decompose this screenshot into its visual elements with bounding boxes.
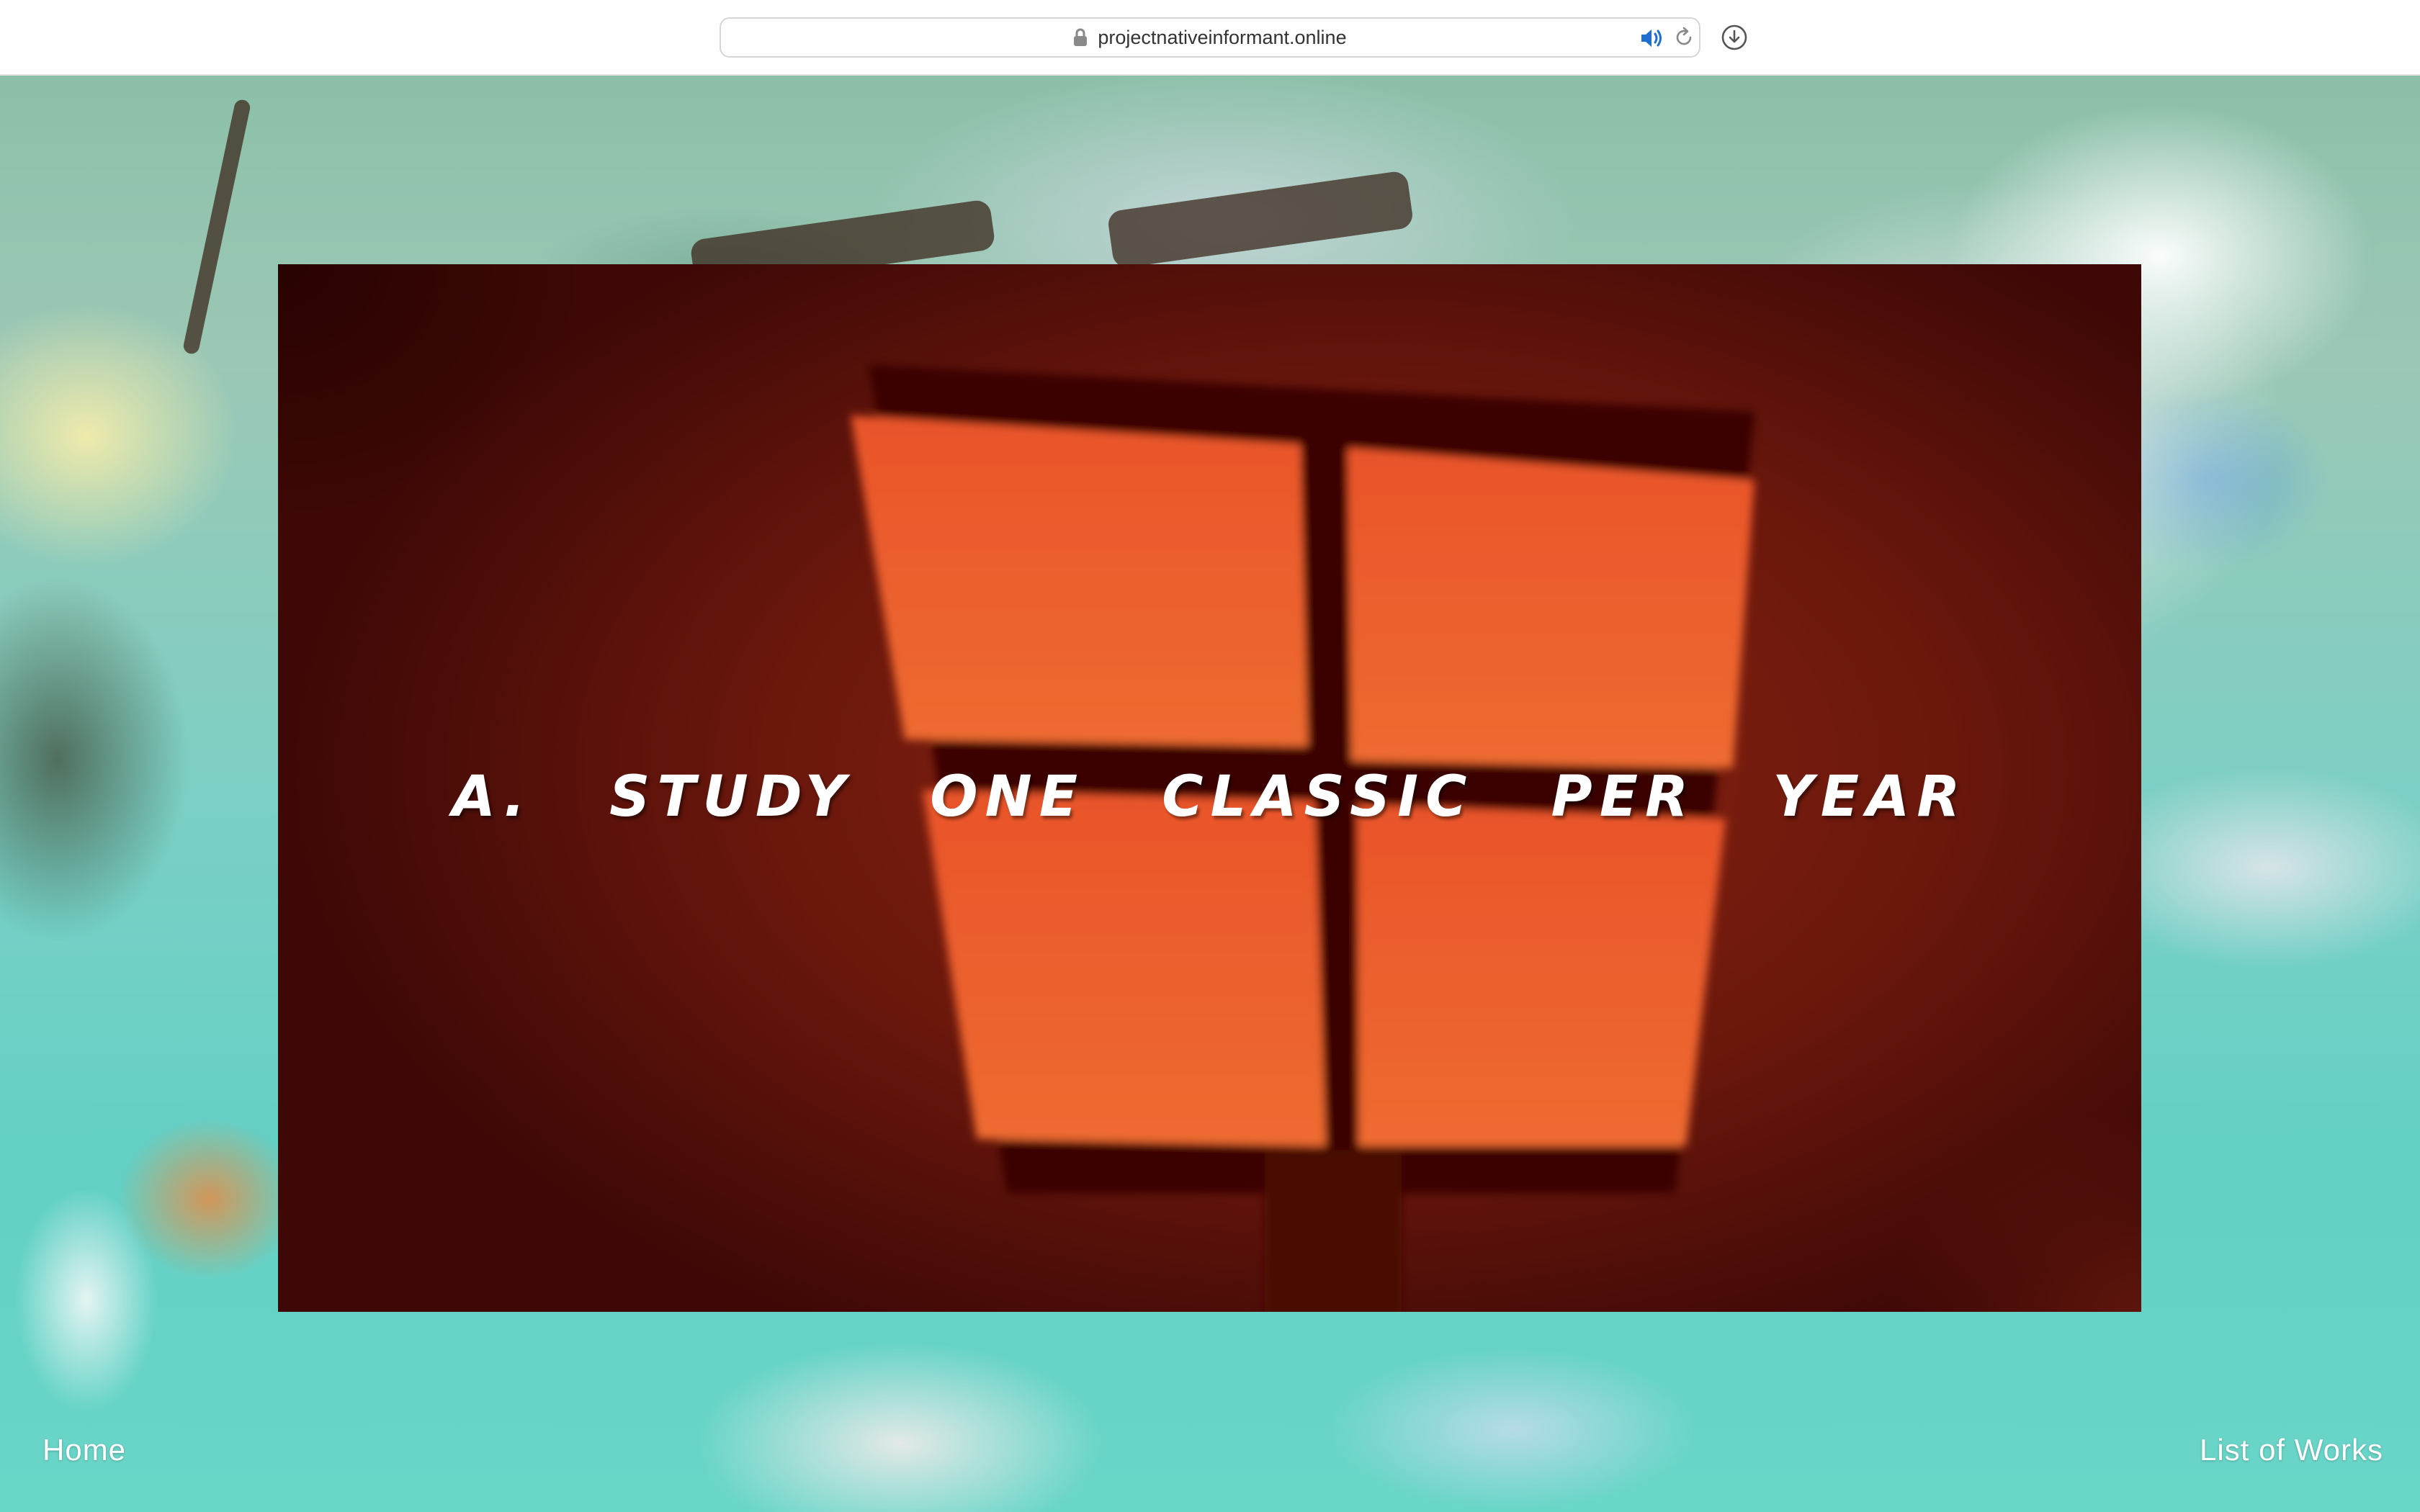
browser-toolbar: projectnativeinformant.online [0,0,2420,76]
lock-icon [1074,28,1088,46]
reload-icon[interactable] [1673,27,1695,48]
video-player[interactable]: A. STUDY ONE CLASSIC PER YEAR [278,264,2141,1312]
video-caption: A. STUDY ONE CLASSIC PER YEAR [452,765,1968,829]
address-field[interactable]: projectnativeinformant.online [721,19,1699,56]
dark-paint-streak [1106,170,1415,269]
home-link[interactable]: Home [42,1433,126,1467]
download-icon[interactable] [1721,24,1748,51]
address-bar[interactable]: projectnativeinformant.online [720,17,1700,58]
list-of-works-link[interactable]: List of Works [2200,1433,2383,1467]
url-text: projectnativeinformant.online [1098,26,1347,48]
speaker-icon[interactable] [1639,27,1664,49]
dark-paint-streak [182,98,252,356]
